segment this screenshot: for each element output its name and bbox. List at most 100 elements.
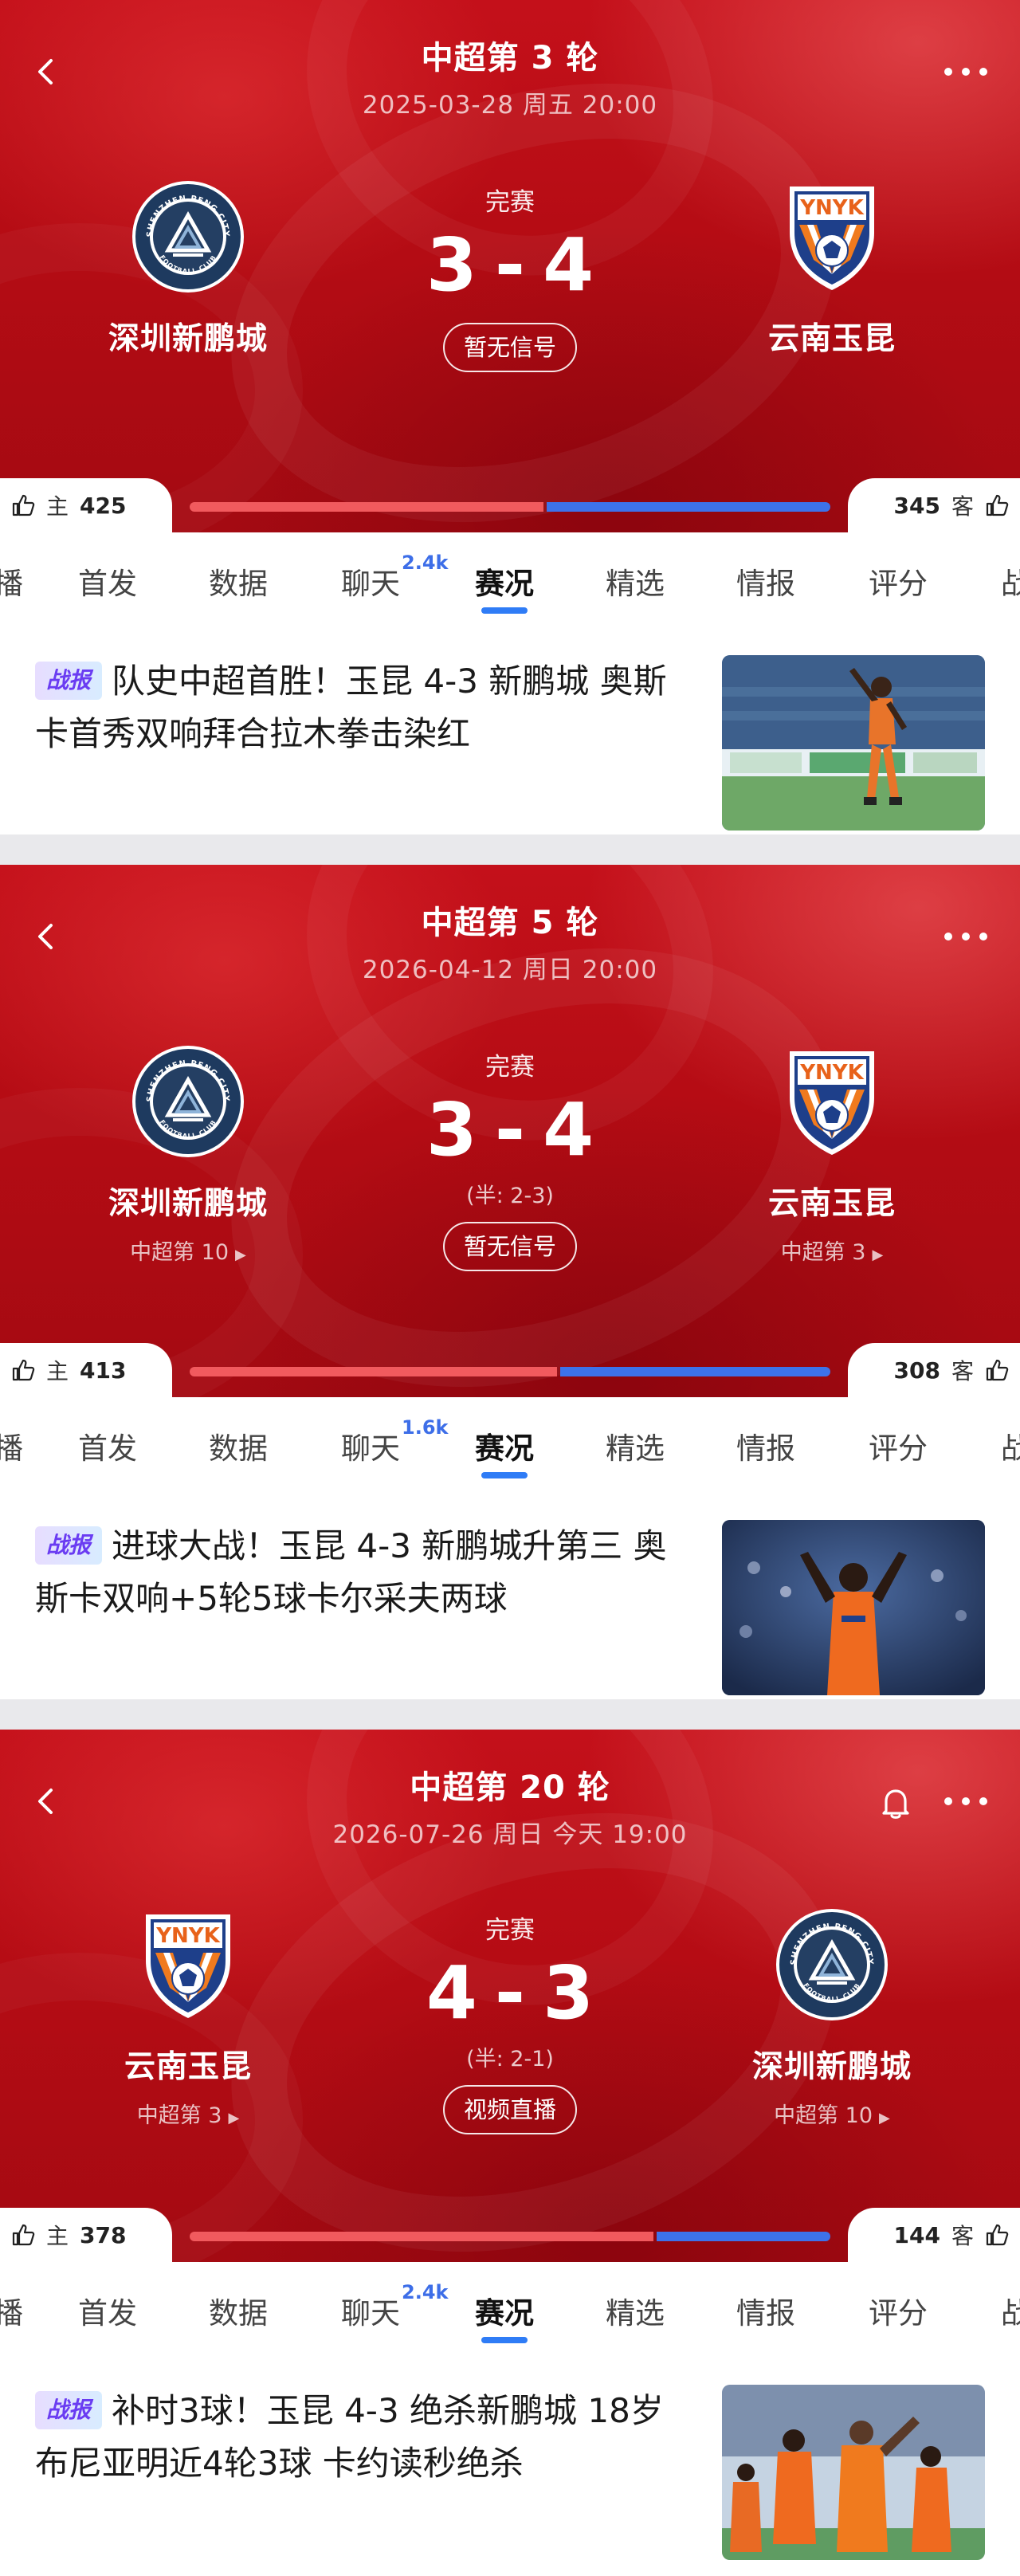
tab-item[interactable]: 情报: [736, 560, 795, 603]
tab-item[interactable]: 赛况: [475, 1424, 534, 1478]
fan-vote: 主 413 308 客: [0, 1343, 1020, 1397]
broadcast-button[interactable]: 视频直播: [442, 2085, 577, 2134]
halftime-score: (半: 2-3): [466, 1184, 554, 1208]
tab-item[interactable]: 聊天1.6k: [341, 1416, 448, 1467]
tab-item[interactable]: 评分: [869, 1424, 928, 1467]
team-rank[interactable]: 中超第 3 ▶: [53, 2098, 324, 2129]
tab-item[interactable]: 精选: [606, 560, 665, 603]
tab-label: 评分: [869, 2296, 928, 2331]
tab-item[interactable]: 数据: [209, 560, 268, 603]
tab-item[interactable]: 战: [1001, 2289, 1020, 2332]
team-rank-label: 中超第 10: [774, 2103, 873, 2128]
thumbs-up-icon: [986, 494, 1009, 516]
support-bar: [190, 1367, 830, 1376]
tab-item[interactable]: 聊天2.4k: [341, 2281, 448, 2332]
home-like-button[interactable]: 主 425: [0, 478, 172, 532]
chat-count-badge: 2.4k: [402, 551, 449, 574]
team-rank[interactable]: 中超第 10 ▶: [696, 2098, 967, 2129]
away-team[interactable]: YNYK 云南玉昆: [696, 177, 967, 359]
home-team-logo: SHENZHEN PENG CITY FOOTBALL CLUB: [132, 181, 244, 293]
away-support-bar: [559, 1367, 830, 1376]
away-like-button[interactable]: 345 客: [848, 478, 1020, 532]
tab-item[interactable]: 数据: [209, 1424, 268, 1467]
team-rank-label: 中超第 3: [780, 1240, 866, 1265]
tab-item[interactable]: 首发: [78, 560, 137, 603]
team-name: 云南玉昆: [767, 1186, 896, 1222]
tab-item[interactable]: 赛况: [475, 560, 534, 614]
thumbs-up-icon: [986, 2224, 1009, 2246]
home-like-count: 413: [80, 1357, 127, 1384]
away-like-count: 308: [893, 1357, 940, 1384]
home-like-button[interactable]: 主 413: [0, 1343, 172, 1397]
tab-item[interactable]: 播: [0, 2289, 23, 2332]
chat-count-badge: 2.4k: [402, 2280, 449, 2303]
tab-item[interactable]: 首发: [78, 1424, 137, 1467]
tab-item[interactable]: 聊天2.4k: [341, 552, 448, 603]
tab-item[interactable]: 播: [0, 560, 23, 603]
tab-item[interactable]: 评分: [869, 560, 928, 603]
news-headline: 战报 队史中超首胜！玉昆 4-3 新鹏城 奥斯卡首秀双响拜合拉木拳击染红: [35, 655, 688, 760]
caret-right-icon: ▶: [879, 2110, 890, 2126]
tab-label: 赛况: [475, 567, 534, 601]
home-team-logo: YNYK: [146, 1914, 230, 2018]
match-status: 完赛: [485, 1053, 535, 1082]
news-item[interactable]: 战报 进球大战！玉昆 4-3 新鹏城升第三 奥斯卡双响+5轮5球卡尔采夫两球: [0, 1490, 1020, 1699]
tab-item[interactable]: 战: [1001, 1424, 1020, 1467]
match-status: 完赛: [485, 188, 535, 217]
away-like-button[interactable]: 144 客: [848, 2208, 1020, 2262]
team-rank[interactable]: 中超第 3 ▶: [696, 1235, 967, 1266]
team-name: 云南玉昆: [767, 321, 896, 357]
tab-label: 首发: [78, 567, 137, 601]
news-thumbnail[interactable]: [722, 2385, 985, 2560]
news-title: 队史中超首胜！玉昆 4-3 新鹏城 奥斯卡首秀双响拜合拉木拳击染红: [35, 662, 667, 753]
tab-label: 播: [0, 2296, 23, 2331]
home-team[interactable]: SHENZHEN PENG CITY FOOTBALL CLUB 深圳新鹏城 中超…: [53, 1042, 324, 1266]
away-like-button[interactable]: 308 客: [848, 1343, 1020, 1397]
home-team[interactable]: YNYK 云南玉昆中超第 3 ▶: [53, 1905, 324, 2129]
tab-label: 数据: [209, 2296, 268, 2331]
broadcast-button[interactable]: 暂无信号: [442, 1222, 577, 1271]
away-support-bar: [546, 502, 830, 512]
tab-item[interactable]: 战: [1001, 560, 1020, 603]
tab-label: 聊天: [341, 567, 400, 601]
home-like-button[interactable]: 主 378: [0, 2208, 172, 2262]
tab-item[interactable]: 首发: [78, 2289, 137, 2332]
thumbs-up-icon: [12, 494, 35, 516]
tab-item[interactable]: 情报: [736, 1424, 795, 1467]
news-thumbnail[interactable]: [722, 1520, 985, 1695]
match-card: 中超第 3 轮 2025-03-28 周五 20:00 SHENZHEN PENG…: [0, 0, 1020, 834]
tab-label: 播: [0, 1431, 23, 1466]
away-support-bar: [657, 2232, 830, 2241]
tab-label: 情报: [736, 567, 795, 601]
score-separator: -: [494, 222, 526, 308]
away-team[interactable]: SHENZHEN PENG CITY FOOTBALL CLUB 深圳新鹏城 中超…: [696, 1905, 967, 2129]
tab-item[interactable]: 精选: [606, 2289, 665, 2332]
home-support-bar: [190, 502, 543, 512]
broadcast-button[interactable]: 暂无信号: [442, 323, 577, 372]
match-header: 中超第 20 轮 2026-07-26 周日 今天 19:00 YNYK 云南玉昆…: [0, 1730, 1020, 2262]
match-tabs: 播 首发 数据 聊天2.4k 赛况 精选 情报 评分 战: [0, 532, 1020, 625]
score: 3-4: [351, 1090, 669, 1170]
home-label: 主: [46, 2223, 69, 2249]
news-thumbnail[interactable]: [722, 655, 985, 831]
team-name: 云南玉昆: [124, 2049, 252, 2085]
news-item[interactable]: 战报 队史中超首胜！玉昆 4-3 新鹏城 奥斯卡首秀双响拜合拉木拳击染红: [0, 625, 1020, 834]
tab-label: 数据: [209, 567, 268, 601]
report-badge: 战报: [35, 2391, 102, 2429]
tab-item[interactable]: 情报: [736, 2289, 795, 2332]
match-datetime: 2026-04-12 周日 20:00: [362, 956, 658, 984]
score-separator: -: [494, 1087, 526, 1172]
tab-item[interactable]: 赛况: [475, 2289, 534, 2343]
tab-item[interactable]: 播: [0, 1424, 23, 1467]
team-rank[interactable]: 中超第 10 ▶: [53, 1235, 324, 1266]
chat-count-badge: 1.6k: [402, 1416, 449, 1439]
tab-item[interactable]: 精选: [606, 1424, 665, 1467]
halftime-score: (半: 2-1): [466, 2047, 554, 2071]
tab-label: 赛况: [475, 1431, 534, 1466]
tab-item[interactable]: 评分: [869, 2289, 928, 2332]
news-item[interactable]: 战报 补时3球！玉昆 4-3 绝杀新鹏城 18岁布尼亚明近4轮3球 卡约读秒绝杀: [0, 2354, 1020, 2564]
home-team[interactable]: SHENZHEN PENG CITY FOOTBALL CLUB 深圳新鹏城: [53, 177, 324, 359]
tab-item[interactable]: 数据: [209, 2289, 268, 2332]
active-tab-indicator: [481, 607, 528, 614]
away-team[interactable]: YNYK 云南玉昆 中超第 3 ▶: [696, 1042, 967, 1266]
